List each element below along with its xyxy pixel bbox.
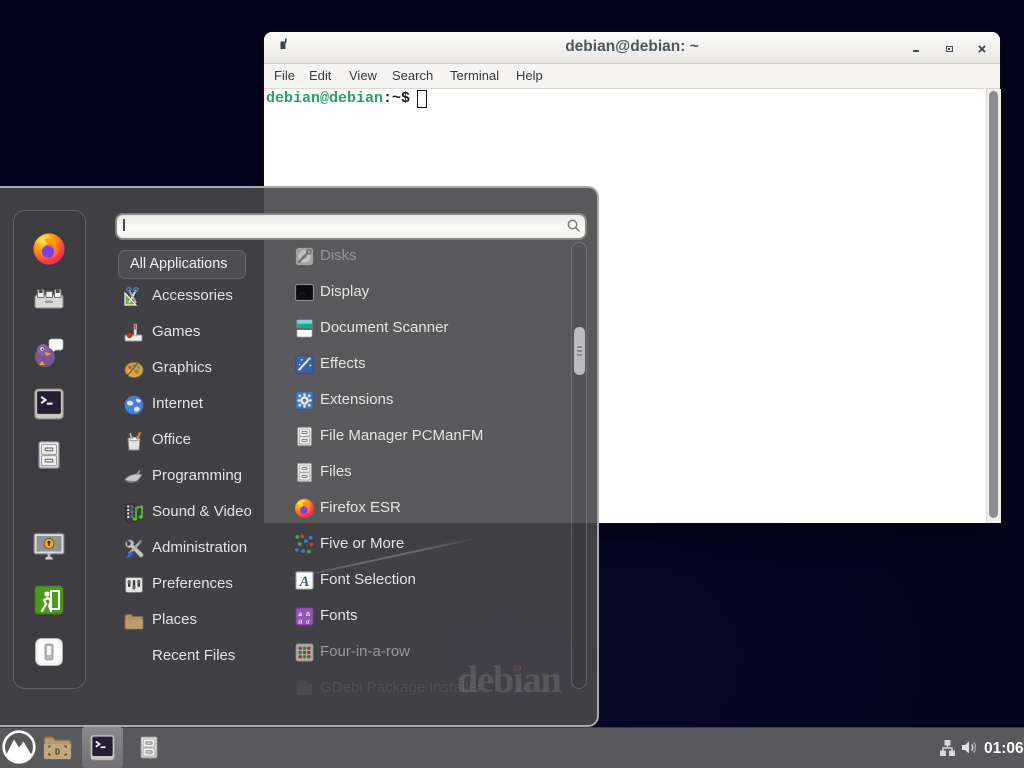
svg-text:a: a — [298, 617, 303, 626]
svg-text:a: a — [306, 617, 310, 626]
svg-text:D: D — [55, 748, 61, 758]
